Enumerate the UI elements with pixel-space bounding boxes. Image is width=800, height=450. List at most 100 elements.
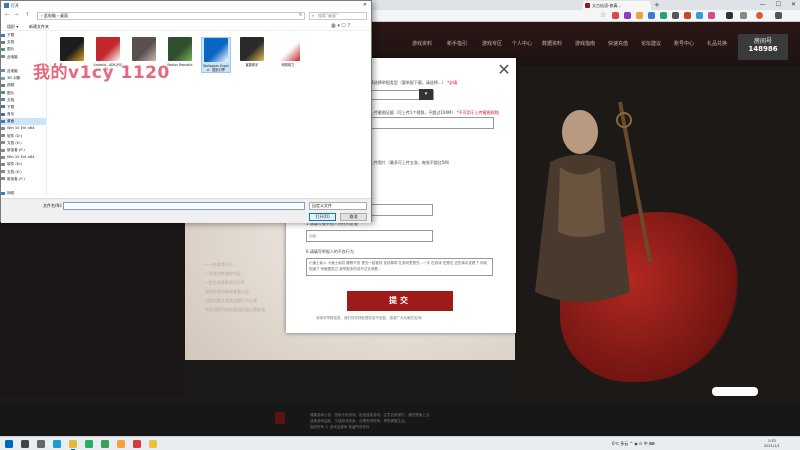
sidebar-item[interactable]: 音乐 — [1, 111, 46, 118]
sidebar-item[interactable]: 文档 (E:) — [1, 169, 46, 176]
sidebar-item[interactable]: Win 10 Ent x64 — [1, 125, 46, 132]
extension-icon[interactable] — [624, 12, 631, 19]
taskbar-search-icon[interactable] — [21, 440, 29, 448]
footer-line: 版权所有 © 游戏运营商 保留所有权利 — [310, 425, 370, 429]
nav-item[interactable]: 礼品兑换 — [707, 40, 727, 47]
open-button[interactable]: 打开(O) — [309, 213, 336, 221]
sidebar-item[interactable]: 视频 — [1, 82, 46, 89]
new-tab-button[interactable]: + — [654, 1, 660, 9]
extension-icon[interactable] — [612, 12, 619, 19]
settings-icon[interactable] — [740, 12, 747, 19]
nav-item[interactable]: 账号中心 — [674, 40, 694, 47]
filename-input[interactable] — [63, 202, 305, 210]
chevron-down-icon[interactable]: ▾ — [419, 89, 433, 100]
nav-item[interactable]: 论坛建议 — [641, 40, 661, 47]
sidebar-item[interactable]: 网络 — [1, 190, 46, 197]
sidebar-item[interactable]: 下载 — [1, 104, 46, 111]
nav-item[interactable]: 游戏资料 — [412, 40, 432, 47]
browser-tab[interactable]: 太古仙语-修真… — [583, 1, 651, 10]
taskbar-task-view-icon[interactable] — [37, 440, 45, 448]
question-2-label: 2.上传截图证据（可上传1个视频，不超过100M） *不可用于上传截图视频 — [366, 110, 499, 116]
behavior-textarea[interactable]: 小道士偷人 小道士偷窃 屡教不改 冒充一起被捉 发帖辱骂 在游戏里冒充…一次 在… — [306, 258, 493, 276]
extension-icon[interactable] — [696, 12, 703, 19]
forward-arrow-icon[interactable]: → — [14, 12, 18, 18]
sidebar-item[interactable]: 下载 — [1, 32, 46, 39]
taskbar-wechat-icon[interactable] — [85, 440, 93, 448]
minimize-button[interactable]: — — [760, 0, 766, 10]
sidebar-item[interactable]: 软件 (D:) — [1, 161, 46, 168]
taskbar-app-orange-icon[interactable] — [117, 440, 125, 448]
dialog-close-button[interactable]: ✕ — [363, 1, 367, 10]
extension-icon[interactable] — [672, 12, 679, 19]
file-item[interactable] — [129, 37, 159, 63]
file-item[interactable] — [57, 37, 87, 63]
file-item[interactable]: Roblox Republic — [165, 37, 195, 67]
nav-item[interactable]: 个人中心 — [512, 40, 532, 47]
submit-button[interactable]: 提交 — [347, 291, 453, 311]
taskbar-edge-icon[interactable] — [53, 440, 61, 448]
nav-item[interactable]: 游戏指南 — [575, 40, 595, 47]
extension-icon[interactable] — [648, 12, 655, 19]
room-number-box: 房间号 148986 — [738, 34, 788, 60]
clock[interactable]: 1:53 2021/1/1 — [764, 439, 780, 449]
bookmark-star-icon[interactable]: ☆ — [600, 11, 606, 19]
system-tray[interactable]: 6℃ 多云 ^ ◉ ⊡ 中 ⌨ — [612, 437, 655, 450]
up-arrow-icon[interactable]: ↑ — [25, 12, 29, 18]
file-item[interactable]: Android...ADK(PG) GL... — [93, 37, 123, 71]
sidebar-item[interactable]: 文档 — [1, 97, 46, 104]
extension-icon[interactable] — [708, 12, 715, 19]
filename-label: 文件名(N): — [43, 203, 63, 208]
floating-toolbar-widget[interactable] — [712, 387, 758, 396]
downloads-icon[interactable] — [726, 12, 733, 19]
sidebar-item[interactable]: 此电脑 — [1, 54, 46, 61]
maximize-button[interactable]: ☐ — [776, 0, 781, 10]
sidebar-item[interactable]: 文档 — [1, 39, 46, 46]
nav-item[interactable]: 数据资料 — [542, 40, 562, 47]
file-type-filter[interactable]: 自定义文件 — [309, 202, 367, 210]
address-bar[interactable]: › 此电脑 › 桌面 — [37, 12, 305, 20]
sidebar-item[interactable]: 文档 (E:) — [1, 140, 46, 147]
extension-icon[interactable] — [636, 12, 643, 19]
sidebar-item[interactable]: 软件 (D:) — [1, 133, 46, 140]
cancel-button[interactable]: 取消 — [340, 213, 367, 221]
nav-item[interactable]: 新手指引 — [447, 40, 467, 47]
profile-avatar[interactable] — [756, 12, 763, 19]
sidebar-item[interactable]: 此电脑 — [1, 68, 46, 75]
sidebar-item[interactable]: 图片 — [1, 46, 46, 53]
menu-icon[interactable] — [775, 12, 782, 19]
refresh-icon[interactable]: ↻ — [299, 12, 302, 17]
organize-button[interactable]: 组织 ▾ — [7, 24, 18, 30]
extension-icon[interactable] — [660, 12, 667, 19]
nav-item[interactable]: 游戏专区 — [482, 40, 502, 47]
view-options-icon[interactable]: ▦ ▾ ☐ ? — [331, 23, 350, 29]
file-item[interactable]: 网络助力 — [273, 37, 303, 67]
taskbar-app-yellow-icon[interactable] — [149, 440, 157, 448]
sidebar-item[interactable]: Win 10 Ent x64 — [1, 154, 46, 161]
file-name: Android...ADK(PG) GL... — [93, 63, 123, 71]
back-arrow-icon[interactable]: ← — [5, 12, 9, 18]
taskbar-app-green-icon[interactable] — [101, 440, 109, 448]
folder-icon — [1, 91, 5, 94]
server-input[interactable]: 仙缘 — [306, 230, 433, 242]
taskbar: 6℃ 多云 ^ ◉ ⊡ 中 ⌨ 1:53 2021/1/1 — [0, 436, 800, 450]
close-window-button[interactable]: ✕ — [791, 0, 796, 10]
sidebar-item[interactable] — [1, 61, 46, 68]
extension-icon[interactable] — [684, 12, 691, 19]
sidebar-item[interactable]: 新加卷 (F:) — [1, 176, 46, 183]
sidebar-item[interactable]: 桌面 — [1, 118, 46, 126]
file-item[interactable]: Wallpaper Engine：壁纸引擎 — [201, 37, 231, 73]
sidebar-item[interactable]: 图片 — [1, 90, 46, 97]
upload-hint: *不可用于上传截图视频 — [456, 110, 499, 115]
new-folder-button[interactable]: 新建文件夹 — [29, 24, 49, 30]
sidebar-item[interactable]: 3D 对象 — [1, 75, 46, 82]
taskbar-explorer-icon[interactable] — [69, 440, 77, 450]
taskbar-start-icon[interactable] — [5, 440, 13, 448]
footer-text: 健康游戏公告：抵制不良游戏，拒绝盗版游戏。注意自我保护，谨防受骗上当。 适度游戏… — [310, 412, 510, 430]
nav-item[interactable]: 快速充值 — [608, 40, 628, 47]
sidebar-item[interactable] — [1, 183, 46, 190]
search-input[interactable]: ⌕ 搜索"桌面" — [309, 12, 367, 20]
taskbar-app-red-icon[interactable] — [133, 440, 141, 448]
close-icon[interactable]: ✕ — [495, 62, 513, 80]
sidebar-item[interactable]: 新加卷 (F:) — [1, 147, 46, 154]
file-item[interactable]: 客服助手 — [237, 37, 267, 67]
